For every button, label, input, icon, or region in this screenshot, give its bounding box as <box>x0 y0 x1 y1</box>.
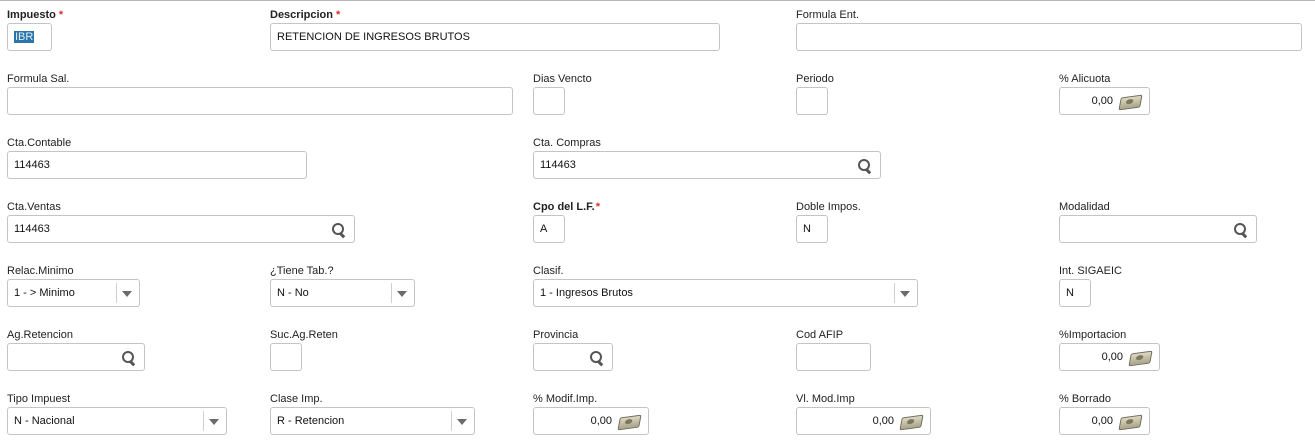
suc-ag-reten-input[interactable] <box>270 343 302 371</box>
alicuota-value: 0,00 <box>1091 95 1113 107</box>
impuesto-value: IBR <box>14 31 35 43</box>
chevron-down-icon[interactable] <box>122 291 132 297</box>
clasif-select[interactable]: 1 - Ingresos Brutos <box>533 279 918 307</box>
doble-impos-label: Doble Impos. <box>796 201 861 213</box>
dias-vencto-label: Dias Vencto <box>533 73 592 85</box>
clase-imp-select[interactable]: R - Retencion <box>270 407 475 435</box>
cta-contable-label: Cta.Contable <box>7 137 72 149</box>
borrado-input[interactable]: 0,00 <box>1059 407 1150 435</box>
cod-afip-label: Cod AFIP <box>796 329 844 341</box>
modalidad-input[interactable] <box>1059 215 1257 243</box>
descripcion-input[interactable]: RETENCION DE INGRESOS BRUTOS <box>270 23 720 51</box>
relac-minimo-select[interactable]: 1 - > Minimo <box>7 279 140 307</box>
cta-compras-label: Cta. Compras <box>533 137 601 149</box>
provincia-label: Provincia <box>533 329 579 341</box>
search-icon[interactable] <box>122 351 136 365</box>
calculator-icon[interactable] <box>1118 414 1143 431</box>
calculator-icon[interactable] <box>1118 94 1143 111</box>
borrado-label: % Borrado <box>1059 393 1111 405</box>
suc-ag-reten-label: Suc.Ag.Reten <box>270 329 338 341</box>
cpo-lf-label: Cpo del L.F.* <box>533 201 601 213</box>
formula-ent-label: Formula Ent. <box>796 9 859 21</box>
relac-minimo-label: Relac.Minimo <box>7 265 74 277</box>
provincia-input[interactable] <box>533 343 613 371</box>
dias-vencto-input[interactable] <box>533 87 565 115</box>
calculator-icon[interactable] <box>1128 350 1153 367</box>
search-icon[interactable] <box>858 159 872 173</box>
tiene-tab-label: ¿Tiene Tab.? <box>270 265 334 277</box>
alicuota-label: % Alicuota <box>1059 73 1111 85</box>
ag-retencion-label: Ag.Retencion <box>7 329 74 341</box>
modalidad-label: Modalidad <box>1059 201 1110 213</box>
cod-afip-input[interactable] <box>796 343 871 371</box>
int-sigaeic-label: Int. SIGAEIC <box>1059 265 1122 277</box>
search-icon[interactable] <box>332 223 346 237</box>
descripcion-label: Descripcion * <box>270 9 341 21</box>
int-sigaeic-input[interactable]: N <box>1059 279 1091 307</box>
chevron-down-icon[interactable] <box>457 419 467 425</box>
calculator-icon[interactable] <box>899 414 924 431</box>
cta-contable-input[interactable]: 114463 <box>7 151 307 179</box>
chevron-down-icon[interactable] <box>900 291 910 297</box>
descripcion-value: RETENCION DE INGRESOS BRUTOS <box>277 31 470 43</box>
impuesto-input[interactable]: IBR <box>7 23 52 51</box>
cta-ventas-input[interactable]: 114463 <box>7 215 355 243</box>
formula-sal-input[interactable] <box>7 87 513 115</box>
tipo-impuest-select[interactable]: N - Nacional <box>7 407 227 435</box>
importacion-input[interactable]: 0,00 <box>1059 343 1160 371</box>
search-icon[interactable] <box>1234 223 1248 237</box>
modif-imp-label: % Modif.Imp. <box>533 393 598 405</box>
importacion-label: %Importacion <box>1059 329 1127 341</box>
periodo-input[interactable] <box>796 87 828 115</box>
calculator-icon[interactable] <box>617 414 642 431</box>
doble-impos-input[interactable]: N <box>796 215 828 243</box>
chevron-down-icon[interactable] <box>209 419 219 425</box>
modif-imp-input[interactable]: 0,00 <box>533 407 649 435</box>
alicuota-input[interactable]: 0,00 <box>1059 87 1150 115</box>
cta-ventas-label: Cta.Ventas <box>7 201 61 213</box>
vl-mod-imp-input[interactable]: 0,00 <box>796 407 931 435</box>
periodo-label: Periodo <box>796 73 834 85</box>
formula-ent-input[interactable] <box>796 23 1302 51</box>
clasif-label: Clasif. <box>533 265 564 277</box>
tiene-tab-select[interactable]: N - No <box>270 279 415 307</box>
chevron-down-icon[interactable] <box>397 291 407 297</box>
vl-mod-imp-label: Vl. Mod.Imp <box>796 393 855 405</box>
search-icon[interactable] <box>590 351 604 365</box>
clase-imp-label: Clase Imp. <box>270 393 323 405</box>
ag-retencion-input[interactable] <box>7 343 145 371</box>
tipo-impuest-label: Tipo Impuest <box>7 393 71 405</box>
impuesto-label: Impuesto * <box>7 9 64 21</box>
cta-compras-input[interactable]: 114463 <box>533 151 881 179</box>
cpo-lf-input[interactable]: A <box>533 215 565 243</box>
formula-sal-label: Formula Sal. <box>7 73 70 85</box>
